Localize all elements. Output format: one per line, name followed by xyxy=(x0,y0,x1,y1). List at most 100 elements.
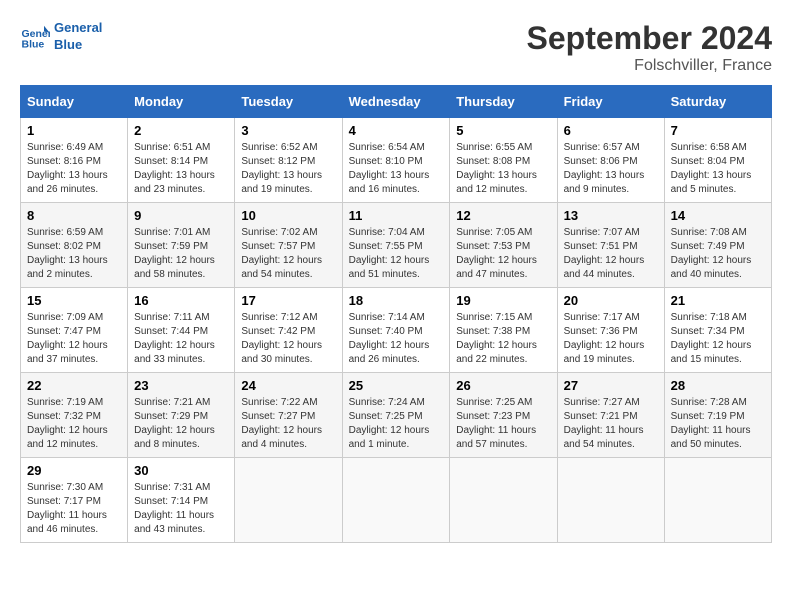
day-info-28: Sunrise: 7:28 AMSunset: 7:19 PMDaylight:… xyxy=(671,396,765,452)
day-number-8: 8 xyxy=(27,208,121,223)
header: General Blue General Blue September 2024… xyxy=(20,20,772,75)
day-cell-30: 30 Sunrise: 7:31 AMSunset: 7:14 PMDayligh… xyxy=(128,458,235,543)
day-number-25: 25 xyxy=(349,378,444,393)
day-number-4: 4 xyxy=(349,123,444,138)
calendar-week-2: 8 Sunrise: 6:59 AMSunset: 8:02 PMDaylight… xyxy=(21,203,772,288)
day-number-28: 28 xyxy=(671,378,765,393)
empty-cell xyxy=(450,458,557,543)
day-number-27: 27 xyxy=(564,378,658,393)
day-info-4: Sunrise: 6:54 AMSunset: 8:10 PMDaylight:… xyxy=(349,141,444,197)
day-info-3: Sunrise: 6:52 AMSunset: 8:12 PMDaylight:… xyxy=(241,141,335,197)
day-cell-24: 24 Sunrise: 7:22 AMSunset: 7:27 PMDayligh… xyxy=(235,373,342,458)
day-number-1: 1 xyxy=(27,123,121,138)
logo-icon: General Blue xyxy=(20,22,50,52)
day-cell-10: 10 Sunrise: 7:02 AMSunset: 7:57 PMDayligh… xyxy=(235,203,342,288)
day-number-21: 21 xyxy=(671,293,765,308)
day-number-22: 22 xyxy=(27,378,121,393)
day-info-5: Sunrise: 6:55 AMSunset: 8:08 PMDaylight:… xyxy=(456,141,550,197)
day-cell-22: 22 Sunrise: 7:19 AMSunset: 7:32 PMDayligh… xyxy=(21,373,128,458)
day-number-3: 3 xyxy=(241,123,335,138)
day-cell-23: 23 Sunrise: 7:21 AMSunset: 7:29 PMDayligh… xyxy=(128,373,235,458)
day-cell-4: 4 Sunrise: 6:54 AMSunset: 8:10 PMDaylight… xyxy=(342,118,450,203)
day-cell-21: 21 Sunrise: 7:18 AMSunset: 7:34 PMDayligh… xyxy=(664,288,771,373)
day-number-15: 15 xyxy=(27,293,121,308)
empty-cell xyxy=(557,458,664,543)
day-cell-25: 25 Sunrise: 7:24 AMSunset: 7:25 PMDayligh… xyxy=(342,373,450,458)
title-area: September 2024 Folschviller, France xyxy=(527,20,772,75)
day-cell-27: 27 Sunrise: 7:27 AMSunset: 7:21 PMDayligh… xyxy=(557,373,664,458)
day-info-1: Sunrise: 6:49 AMSunset: 8:16 PMDaylight:… xyxy=(27,141,121,197)
day-cell-20: 20 Sunrise: 7:17 AMSunset: 7:36 PMDayligh… xyxy=(557,288,664,373)
day-cell-18: 18 Sunrise: 7:14 AMSunset: 7:40 PMDayligh… xyxy=(342,288,450,373)
day-info-22: Sunrise: 7:19 AMSunset: 7:32 PMDaylight:… xyxy=(27,396,121,452)
col-wednesday: Wednesday xyxy=(342,86,450,118)
day-info-13: Sunrise: 7:07 AMSunset: 7:51 PMDaylight:… xyxy=(564,226,658,282)
col-tuesday: Tuesday xyxy=(235,86,342,118)
day-info-6: Sunrise: 6:57 AMSunset: 8:06 PMDaylight:… xyxy=(564,141,658,197)
logo: General Blue General Blue xyxy=(20,20,102,54)
day-cell-1: 1 Sunrise: 6:49 AMSunset: 8:16 PMDaylight… xyxy=(21,118,128,203)
day-info-27: Sunrise: 7:27 AMSunset: 7:21 PMDaylight:… xyxy=(564,396,658,452)
day-info-15: Sunrise: 7:09 AMSunset: 7:47 PMDaylight:… xyxy=(27,311,121,367)
day-cell-28: 28 Sunrise: 7:28 AMSunset: 7:19 PMDayligh… xyxy=(664,373,771,458)
day-info-26: Sunrise: 7:25 AMSunset: 7:23 PMDaylight:… xyxy=(456,396,550,452)
day-cell-26: 26 Sunrise: 7:25 AMSunset: 7:23 PMDayligh… xyxy=(450,373,557,458)
day-info-29: Sunrise: 7:30 AMSunset: 7:17 PMDaylight:… xyxy=(27,481,121,537)
day-number-2: 2 xyxy=(134,123,228,138)
day-cell-17: 17Sunrise: 7:12 AMSunset: 7:42 PMDayligh… xyxy=(235,288,342,373)
day-info-20: Sunrise: 7:17 AMSunset: 7:36 PMDaylight:… xyxy=(564,311,658,367)
day-info-8: Sunrise: 6:59 AMSunset: 8:02 PMDaylight:… xyxy=(27,226,121,282)
day-number-23: 23 xyxy=(134,378,228,393)
day-cell-12: 12 Sunrise: 7:05 AMSunset: 7:53 PMDayligh… xyxy=(450,203,557,288)
day-number-12: 12 xyxy=(456,208,550,223)
day-info-30: Sunrise: 7:31 AMSunset: 7:14 PMDaylight:… xyxy=(134,481,228,537)
day-cell-11: 11 Sunrise: 7:04 AMSunset: 7:55 PMDayligh… xyxy=(342,203,450,288)
day-cell-29: 29Sunrise: 7:30 AMSunset: 7:17 PMDayligh… xyxy=(21,458,128,543)
day-number-13: 13 xyxy=(564,208,658,223)
day-cell-15: 15 Sunrise: 7:09 AMSunset: 7:47 PMDayligh… xyxy=(21,288,128,373)
day-info-12: Sunrise: 7:05 AMSunset: 7:53 PMDaylight:… xyxy=(456,226,550,282)
calendar: Sunday Monday Tuesday Wednesday Thursday… xyxy=(20,85,772,543)
day-info-21: Sunrise: 7:18 AMSunset: 7:34 PMDaylight:… xyxy=(671,311,765,367)
day-cell-5: 5 Sunrise: 6:55 AMSunset: 8:08 PMDaylight… xyxy=(450,118,557,203)
day-number-26: 26 xyxy=(456,378,550,393)
empty-cell xyxy=(664,458,771,543)
day-info-17: Sunrise: 7:12 AMSunset: 7:42 PMDaylight:… xyxy=(241,311,335,367)
day-number-19: 19 xyxy=(456,293,550,308)
location-title: Folschviller, France xyxy=(527,57,772,75)
svg-text:Blue: Blue xyxy=(22,38,45,50)
day-cell-14: 14 Sunrise: 7:08 AMSunset: 7:49 PMDayligh… xyxy=(664,203,771,288)
month-title: September 2024 xyxy=(527,20,772,57)
day-number-18: 18 xyxy=(349,293,444,308)
day-info-10: Sunrise: 7:02 AMSunset: 7:57 PMDaylight:… xyxy=(241,226,335,282)
calendar-week-5: 29Sunrise: 7:30 AMSunset: 7:17 PMDayligh… xyxy=(21,458,772,543)
day-info-16: Sunrise: 7:11 AMSunset: 7:44 PMDaylight:… xyxy=(134,311,228,367)
calendar-header-row: Sunday Monday Tuesday Wednesday Thursday… xyxy=(21,86,772,118)
day-info-11: Sunrise: 7:04 AMSunset: 7:55 PMDaylight:… xyxy=(349,226,444,282)
day-info-23: Sunrise: 7:21 AMSunset: 7:29 PMDaylight:… xyxy=(134,396,228,452)
day-cell-7: 7Sunrise: 6:58 AMSunset: 8:04 PMDaylight… xyxy=(664,118,771,203)
day-info-14: Sunrise: 7:08 AMSunset: 7:49 PMDaylight:… xyxy=(671,226,765,282)
day-number-10: 10 xyxy=(241,208,335,223)
day-number-20: 20 xyxy=(564,293,658,308)
col-friday: Friday xyxy=(557,86,664,118)
day-cell-6: 6 Sunrise: 6:57 AMSunset: 8:06 PMDaylight… xyxy=(557,118,664,203)
day-number-30: 30 xyxy=(134,463,228,478)
day-cell-8: 8 Sunrise: 6:59 AMSunset: 8:02 PMDaylight… xyxy=(21,203,128,288)
day-number-24: 24 xyxy=(241,378,335,393)
day-number-5: 5 xyxy=(456,123,550,138)
col-monday: Monday xyxy=(128,86,235,118)
day-number-14: 14 xyxy=(671,208,765,223)
day-info-24: Sunrise: 7:22 AMSunset: 7:27 PMDaylight:… xyxy=(241,396,335,452)
day-info-25: Sunrise: 7:24 AMSunset: 7:25 PMDaylight:… xyxy=(349,396,444,452)
day-number-16: 16 xyxy=(134,293,228,308)
day-info-18: Sunrise: 7:14 AMSunset: 7:40 PMDaylight:… xyxy=(349,311,444,367)
calendar-week-1: 1 Sunrise: 6:49 AMSunset: 8:16 PMDaylight… xyxy=(21,118,772,203)
day-number-6: 6 xyxy=(564,123,658,138)
calendar-week-3: 15 Sunrise: 7:09 AMSunset: 7:47 PMDayligh… xyxy=(21,288,772,373)
day-cell-13: 13 Sunrise: 7:07 AMSunset: 7:51 PMDayligh… xyxy=(557,203,664,288)
day-info-2: Sunrise: 6:51 AMSunset: 8:14 PMDaylight:… xyxy=(134,141,228,197)
day-info-7: Sunrise: 6:58 AMSunset: 8:04 PMDaylight:… xyxy=(671,141,765,197)
day-number-11: 11 xyxy=(349,208,444,223)
logo-text: General Blue xyxy=(54,20,102,54)
